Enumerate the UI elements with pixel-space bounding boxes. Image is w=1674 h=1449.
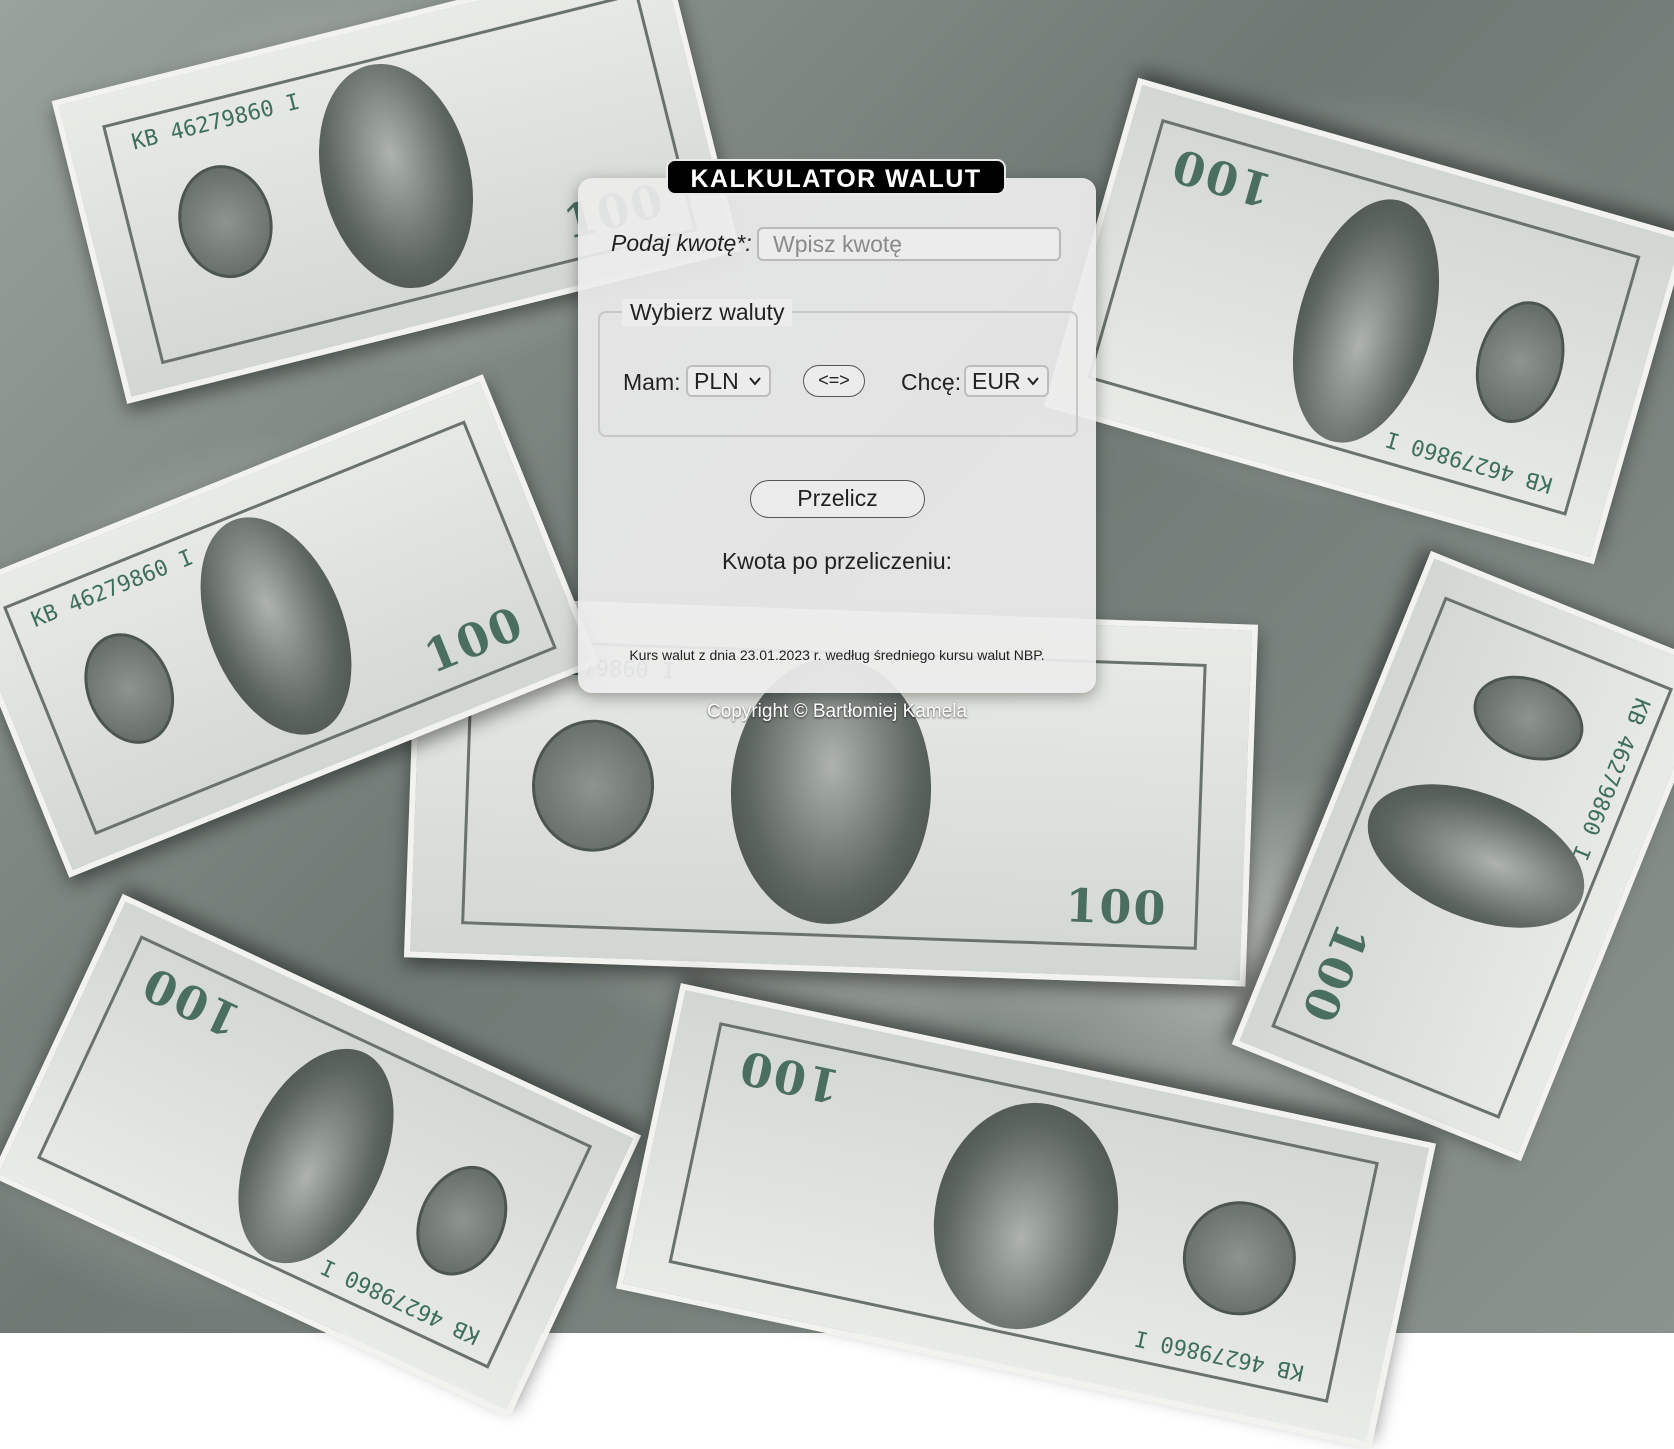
banknote-denomination: 100 bbox=[1064, 878, 1169, 936]
banknote-serial: KB 46279860 I bbox=[1132, 1324, 1307, 1385]
banknote-denomination: 100 bbox=[733, 1039, 845, 1114]
banknote: KB 46279860 I 100 bbox=[0, 893, 642, 1419]
banknote-seal bbox=[1462, 290, 1578, 434]
banknote-denomination: 100 bbox=[1164, 137, 1278, 218]
chevron-down-icon bbox=[749, 377, 761, 386]
banknote-portrait bbox=[1346, 755, 1606, 957]
have-currency-label: Mam: bbox=[623, 369, 681, 395]
banknote-serial: KB 46279860 I bbox=[27, 545, 197, 633]
banknote-seal bbox=[1172, 1190, 1307, 1326]
page-title: KALKULATOR WALUT bbox=[666, 159, 1006, 195]
banknote: KB 46279860 I 100 bbox=[1043, 77, 1674, 565]
banknote-portrait bbox=[726, 654, 936, 928]
want-currency-select[interactable]: EUR bbox=[964, 365, 1049, 397]
banknote-denomination: 100 bbox=[133, 955, 249, 1048]
banknote-seal bbox=[166, 155, 284, 289]
have-currency-select[interactable]: PLN bbox=[686, 365, 771, 397]
banknote-denomination: 100 bbox=[1290, 916, 1379, 1032]
swap-currencies-button[interactable]: <=> bbox=[803, 365, 865, 397]
calculate-button[interactable]: Przelicz bbox=[750, 480, 925, 518]
banknote-seal bbox=[529, 717, 657, 854]
banknote-portrait bbox=[1266, 181, 1466, 461]
banknote-serial: KB 46279860 I bbox=[1383, 425, 1556, 497]
result-label: Kwota po przeliczeniu: bbox=[721, 548, 953, 574]
amount-input[interactable] bbox=[757, 227, 1061, 261]
banknote-serial: KB 46279860 I bbox=[129, 89, 303, 156]
banknote: KB 46279860 I 100 bbox=[1231, 550, 1674, 1162]
amount-label: Podaj kwotę*: bbox=[611, 230, 752, 256]
banknote-seal bbox=[68, 619, 190, 758]
banknote-portrait bbox=[296, 47, 496, 305]
want-currency-value: EUR bbox=[972, 368, 1021, 394]
currency-legend: Wybierz waluty bbox=[622, 299, 793, 326]
exchange-rate-note: Kurs walut z dnia 23.01.2023 r. według ś… bbox=[629, 647, 1045, 663]
banknote-portrait bbox=[170, 495, 382, 757]
banknote-seal bbox=[1460, 659, 1597, 776]
have-currency-value: PLN bbox=[694, 368, 739, 394]
copyright-footer: Copyright © Bartłomiej Kamela bbox=[706, 701, 968, 722]
chevron-down-icon bbox=[1027, 377, 1039, 386]
banknote-denomination: 100 bbox=[416, 595, 532, 684]
banknote-seal bbox=[399, 1151, 525, 1291]
banknote-portrait bbox=[913, 1085, 1139, 1347]
banknote-portrait bbox=[206, 1024, 426, 1288]
want-currency-label: Chcę: bbox=[901, 369, 962, 395]
